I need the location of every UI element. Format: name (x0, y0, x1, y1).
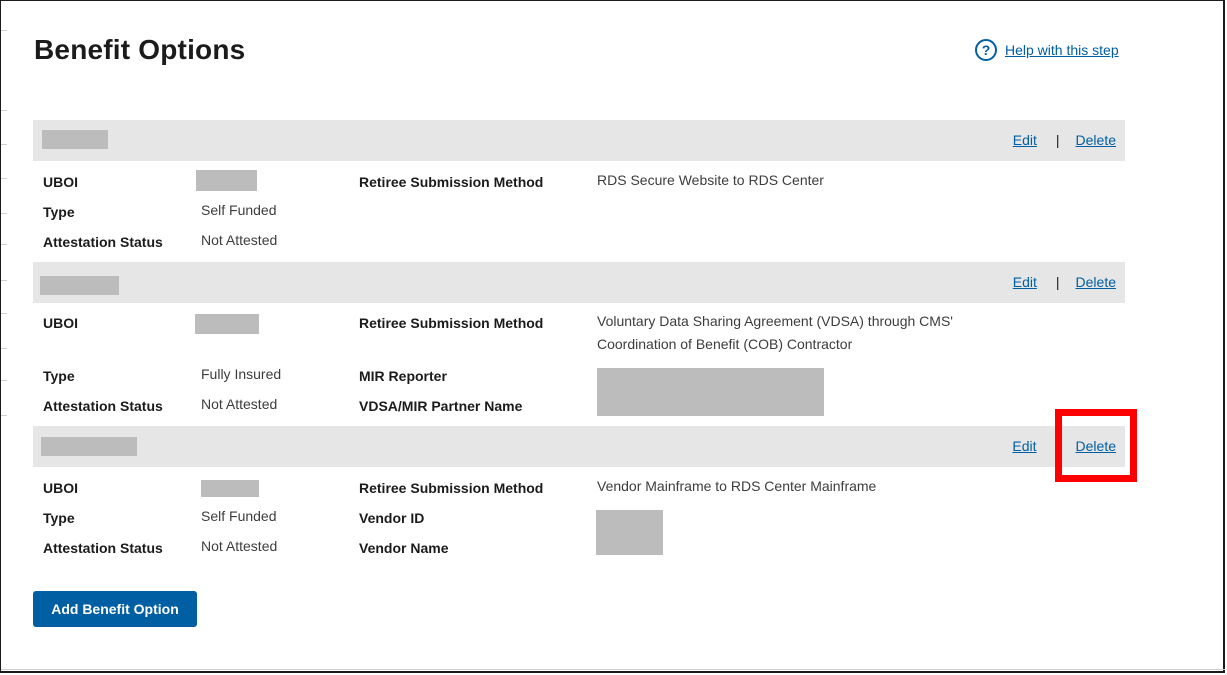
retiree-submission-method-value: RDS Secure Website to RDS Center (597, 172, 824, 188)
attestation-status-label: Attestation Status (43, 234, 163, 250)
retiree-submission-method-label: Retiree Submission Method (359, 315, 544, 331)
attestation-status-value: Not Attested (201, 396, 278, 412)
action-separator: | (1055, 132, 1060, 148)
redacted-option-name (42, 130, 108, 149)
uboi-label: UBOI (43, 174, 78, 190)
benefit-option-header: Edit | Delete (33, 120, 1125, 161)
help-link[interactable]: ? Help with this step (975, 39, 1119, 61)
type-value: Self Funded (201, 508, 277, 524)
redacted-uboi (195, 314, 259, 334)
delete-link[interactable]: Delete (1076, 274, 1116, 290)
attestation-status-label: Attestation Status (43, 398, 163, 414)
redacted-uboi (196, 170, 257, 191)
attestation-status-value: Not Attested (201, 538, 278, 554)
retiree-submission-method-value: Vendor Mainframe to RDS Center Mainframe (597, 478, 877, 494)
type-value: Fully Insured (201, 366, 282, 382)
row-actions: Edit | Delete (1013, 274, 1116, 290)
type-value: Self Funded (201, 202, 277, 218)
benefit-option-header: Edit Delete (33, 426, 1125, 467)
add-benefit-option-button[interactable]: Add Benefit Option (33, 591, 197, 627)
attestation-status-label: Attestation Status (43, 540, 163, 556)
type-label: Type (43, 204, 75, 220)
edit-link[interactable]: Edit (1013, 132, 1037, 148)
type-label: Type (43, 510, 75, 526)
retiree-submission-method-label: Retiree Submission Method (359, 174, 544, 190)
question-circle-icon: ? (975, 39, 997, 61)
benefit-option-card: Edit | Delete UBOI Type Fully Insured At… (33, 262, 1125, 426)
redacted-vendor (596, 510, 663, 555)
vendor-name-label: Vendor Name (359, 540, 449, 556)
vendor-id-label: Vendor ID (359, 510, 425, 526)
bottom-divider (1, 669, 1225, 670)
mir-reporter-label: MIR Reporter (359, 368, 447, 384)
uboi-label: UBOI (43, 315, 78, 331)
benefit-option-card: Edit Delete UBOI Type Self Funded Attest… (33, 426, 1125, 566)
edit-link[interactable]: Edit (1012, 438, 1036, 454)
type-label: Type (43, 368, 75, 384)
action-separator: | (1055, 274, 1060, 290)
attestation-status-value: Not Attested (201, 232, 278, 248)
row-actions: Edit | Delete (1013, 132, 1116, 148)
redacted-option-name (41, 437, 137, 456)
redacted-uboi (201, 480, 259, 497)
retiree-submission-method-label: Retiree Submission Method (359, 480, 544, 496)
highlight-box (1055, 409, 1137, 482)
uboi-label: UBOI (43, 480, 78, 496)
left-edge-decoration (1, 0, 7, 675)
benefit-option-card: Edit | Delete UBOI Type Self Funded Atte… (33, 120, 1125, 262)
retiree-submission-method-value: Voluntary Data Sharing Agreement (VDSA) … (597, 313, 953, 352)
delete-link[interactable]: Delete (1076, 132, 1116, 148)
benefit-option-header: Edit | Delete (33, 262, 1125, 303)
edit-link[interactable]: Edit (1013, 274, 1037, 290)
redacted-option-name (40, 276, 119, 295)
redacted-mir-partner (597, 368, 824, 416)
vdsa-mir-partner-name-label: VDSA/MIR Partner Name (359, 398, 523, 414)
help-link-label: Help with this step (1005, 42, 1119, 58)
page-title: Benefit Options (34, 34, 246, 65)
